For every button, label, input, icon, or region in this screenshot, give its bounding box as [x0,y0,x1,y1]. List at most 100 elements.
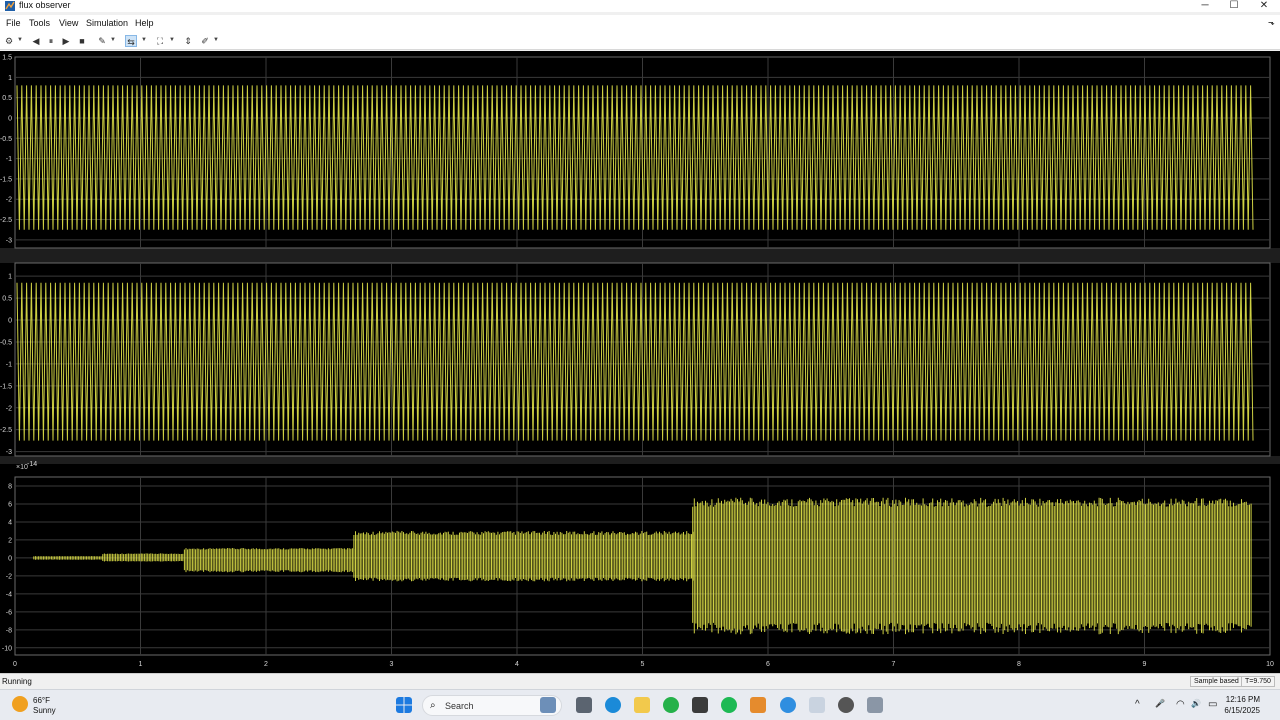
menu-file[interactable]: File [6,18,21,28]
mcd-app-icon[interactable] [692,697,708,713]
y-tick-label: 1 [8,75,12,82]
highlight-dropdown-icon[interactable]: ▼ [110,37,116,43]
volume-icon[interactable]: 🔊 [1191,699,1201,708]
y-tick-label: -6 [6,609,12,616]
y-tick-label: 0.5 [2,95,12,102]
file-explorer-icon[interactable] [634,697,650,713]
y-tick-label: 4 [8,519,12,526]
task-view-icon[interactable] [576,697,592,713]
y-tick-label: 0 [8,115,12,122]
scope-svg: 1.5 1 0.5 0 -0.5 -1 -1.5 -2 -2.5 -3 1 0.5 0 -0.5 -1 -1.… [0,55,1280,668]
y-tick-label: -3 [6,237,12,244]
widgets-icon[interactable] [540,697,556,713]
x-tick-label: 10 [1266,661,1274,668]
autoscale-icon[interactable]: ⇕ [182,35,194,47]
x-tick-label: 6 [766,661,770,668]
search-icon: ⌕ [430,700,436,711]
y-tick-label: -0.5 [0,136,12,143]
signal-trace [16,85,1254,230]
pause-icon[interactable]: ⏸ [45,35,57,47]
cursor-icon[interactable]: ⇆ [125,35,137,47]
y-tick-label: -1.5 [0,176,12,183]
y-tick-label: 1 [8,274,12,281]
clock-time: 12:16 PM [1225,695,1260,704]
menu-view[interactable]: View [59,18,78,28]
media-player-icon[interactable] [838,697,854,713]
y-exponent-power: -14 [27,461,37,468]
taskbar: 66°F Sunny ⌕ Search ^ 🎤 ◠ 🔊 ▭ 12:16 PM 6… [0,689,1280,720]
y-tick-label: -1 [6,156,12,163]
game-app-icon[interactable] [750,697,766,713]
stop-icon[interactable]: ■ [76,35,88,47]
weather-temp: 66°F [33,696,50,705]
spotify-icon[interactable] [721,697,737,713]
highlight-icon[interactable]: ✎ [96,35,108,47]
chevron-up-icon[interactable]: ^ [1135,699,1140,710]
y-tick-label: 0 [8,318,12,325]
wifi-icon[interactable]: ◠ [1176,699,1185,710]
simulink-icon[interactable] [867,697,883,713]
clock[interactable]: 12:16 PM 6/15/2025 [1205,694,1260,716]
edge-icon[interactable] [605,697,621,713]
y-tick-label: 0.5 [2,296,12,303]
x-tick-label: 7 [892,661,896,668]
toolbar: ⚙ ▼ ◀ ⏸ ▶ ■ ✎ ▼ ⇆ ▼ ⛶ ▼ ⇕ ✐ ▼ [0,32,1280,50]
matlab-window-icon[interactable] [809,697,825,713]
y-tick-label: -2.5 [0,427,12,434]
signal-trace [16,282,1254,441]
status-text: Running [2,677,32,686]
y-tick-label: -3 [6,449,12,456]
x-tick-label: 1 [139,661,143,668]
y-tick-label: 6 [8,501,12,508]
y-tick-label: -1 [6,361,12,368]
settings-icon[interactable]: ⚙ [3,35,15,47]
play-icon[interactable]: ▶ [60,35,72,47]
menu-tools[interactable]: Tools [29,18,50,28]
style-dropdown-icon[interactable]: ▼ [213,37,219,43]
y-tick-label: -1.5 [0,383,12,390]
panel-separator [0,456,1280,464]
x-tick-label: 9 [1143,661,1147,668]
y-tick-label: -2 [6,197,12,204]
menu-bar: File Tools View Simulation Help ⬎ [0,15,1280,32]
y-tick-label: 0 [8,555,12,562]
cursor-dropdown-icon[interactable]: ▼ [141,37,147,43]
menu-overflow-icon[interactable]: ⬎ [1268,18,1275,27]
zoom-dropdown-icon[interactable]: ▼ [169,37,175,43]
x-tick-label: 0 [13,661,17,668]
weather-condition: Sunny [33,706,56,715]
window-title: flux observer [19,0,71,10]
x-tick-label: 5 [641,661,645,668]
y-tick-label: -10 [2,645,12,652]
sample-mode: Sample based [1190,676,1243,687]
zoom-icon[interactable]: ⛶ [154,35,166,47]
title-bar: flux observer ─ ☐ ✕ [0,0,1280,12]
whatsapp-icon[interactable] [663,697,679,713]
close-button[interactable]: ✕ [1249,0,1279,12]
step-back-icon[interactable]: ◀ [30,35,42,47]
y-tick-label: -2 [6,405,12,412]
y-tick-label: 1.5 [2,55,12,62]
y-tick-label: -0.5 [0,339,12,346]
menu-help[interactable]: Help [135,18,154,28]
y-tick-label: -4 [6,591,12,598]
microphone-icon[interactable]: 🎤 [1155,699,1165,708]
start-icon[interactable] [396,697,412,713]
maximize-button[interactable]: ☐ [1219,0,1249,12]
x-tick-label: 8 [1017,661,1021,668]
x-tick-label: 3 [390,661,394,668]
minimize-button[interactable]: ─ [1190,0,1220,12]
panel-separator [0,248,1280,263]
search-label: Search [445,701,474,711]
y-tick-label: -2.5 [0,217,12,224]
menu-simulation[interactable]: Simulation [86,18,128,28]
status-bar: Running Sample based T=9.750 [0,673,1280,689]
settings-dropdown-icon[interactable]: ▼ [17,37,23,43]
style-icon[interactable]: ✐ [199,35,211,47]
sun-icon [12,696,28,712]
clock-date: 6/15/2025 [1224,706,1260,715]
app-icon [5,1,15,11]
scope-plot-area[interactable]: 1.5 1 0.5 0 -0.5 -1 -1.5 -2 -2.5 -3 1 0.5 0 -0.5 -1 -1.… [0,51,1280,673]
chrome-icon[interactable] [780,697,796,713]
y-tick-label: 2 [8,537,12,544]
